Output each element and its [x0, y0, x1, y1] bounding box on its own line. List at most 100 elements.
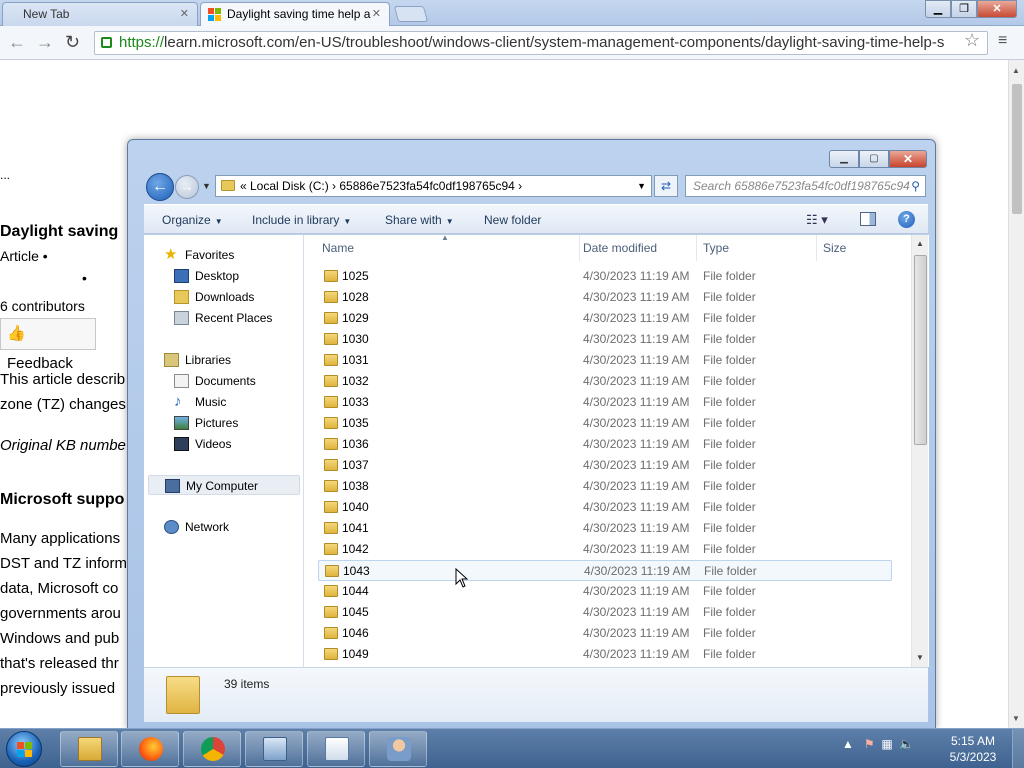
column-header-type[interactable]: Type	[703, 235, 817, 261]
file-date: 4/30/2023 11:19 AM	[583, 647, 690, 661]
scroll-up-icon[interactable]: ▲	[916, 239, 924, 248]
action-center-flag-icon[interactable]: ⚑	[864, 737, 875, 751]
nav-my-computer[interactable]: My Computer	[148, 475, 300, 495]
column-header-size[interactable]: Size	[823, 235, 903, 261]
table-row[interactable]: 1044 4/30/2023 11:19 AM File folder	[318, 581, 892, 602]
taskbar-calendar-button[interactable]	[307, 731, 365, 767]
network-status-icon[interactable]: ▦	[881, 737, 892, 751]
file-list-scrollbar[interactable]: ▲ ▼	[911, 235, 928, 667]
reload-icon[interactable]: ↻	[65, 32, 80, 53]
organize-button[interactable]: Organize ▼	[162, 213, 223, 227]
volume-icon[interactable]: 🔈	[899, 737, 914, 751]
taskbar-users-button[interactable]	[369, 731, 427, 767]
column-header-date-modified[interactable]: Date modified	[583, 235, 697, 261]
browser-restore-button[interactable]: ❐	[951, 0, 977, 18]
new-tab-button[interactable]	[393, 6, 429, 22]
explorer-minimize-button[interactable]: ▁	[829, 150, 859, 168]
body-line: previously issued	[0, 680, 116, 697]
bookmark-star-icon[interactable]: ☆	[964, 30, 980, 51]
table-row[interactable]: 1043 4/30/2023 11:19 AM File folder	[318, 560, 892, 581]
taskbar-control-panel-button[interactable]	[245, 731, 303, 767]
taskbar-explorer-button[interactable]	[60, 731, 118, 767]
nav-network[interactable]: Network	[148, 517, 300, 537]
browser-close-button[interactable]: ✕	[977, 0, 1017, 18]
new-folder-button[interactable]: New folder	[484, 213, 541, 227]
search-icon[interactable]: ⚲	[911, 176, 920, 196]
ellipsis-menu[interactable]: ...	[0, 168, 10, 182]
search-input[interactable]: Search 65886e7523fa54fc0df198765c94 ⚲	[685, 175, 926, 197]
tab-close-icon[interactable]: ✕	[372, 7, 381, 20]
table-row[interactable]: 1040 4/30/2023 11:19 AM File folder	[318, 497, 892, 518]
scroll-down-icon[interactable]: ▼	[1012, 714, 1020, 723]
table-row[interactable]: 1041 4/30/2023 11:19 AM File folder	[318, 518, 892, 539]
tab-daylight-saving[interactable]: Daylight saving time help a ✕	[200, 2, 390, 26]
back-arrow-icon[interactable]: ←	[8, 32, 26, 53]
nav-favorites[interactable]: ★ Favorites	[148, 245, 300, 265]
help-icon[interactable]: ?	[898, 211, 915, 228]
page-scrollbar[interactable]: ▲ ▼	[1008, 60, 1024, 728]
refresh-button[interactable]: ⇄	[654, 175, 678, 197]
forward-arrow-icon[interactable]: →	[36, 32, 54, 53]
address-bar[interactable]: https://learn.microsoft.com/en-US/troubl…	[94, 31, 988, 55]
windows-start-orb-icon[interactable]	[6, 731, 42, 767]
column-header-name[interactable]: Name	[322, 235, 580, 261]
mouse-cursor-icon	[455, 568, 469, 588]
table-row[interactable]: 1042 4/30/2023 11:19 AM File folder	[318, 539, 892, 560]
table-row[interactable]: 1038 4/30/2023 11:19 AM File folder	[318, 476, 892, 497]
taskbar-chrome-button[interactable]	[183, 731, 241, 767]
explorer-maximize-button[interactable]: ▢	[859, 150, 889, 168]
nav-documents[interactable]: Documents	[174, 371, 300, 391]
system-clock[interactable]: 5:15 AM 5/3/2023	[938, 733, 1008, 765]
show-desktop-button[interactable]	[1012, 729, 1024, 768]
table-row[interactable]: 1033 4/30/2023 11:19 AM File folder	[318, 392, 892, 413]
file-name: 1035	[342, 416, 369, 430]
table-row[interactable]: 1032 4/30/2023 11:19 AM File folder	[318, 371, 892, 392]
feedback-button[interactable]: 👍 Feedback	[0, 318, 96, 372]
view-options-icon[interactable]: ☷ ▾	[806, 212, 828, 228]
table-row[interactable]: 1028 4/30/2023 11:19 AM File folder	[318, 287, 892, 308]
scroll-up-icon[interactable]: ▲	[1012, 66, 1020, 75]
table-row[interactable]: 1029 4/30/2023 11:19 AM File folder	[318, 308, 892, 329]
explorer-back-button[interactable]: ←	[146, 173, 174, 201]
history-dropdown-icon[interactable]: ▼	[202, 181, 211, 191]
browser-minimize-button[interactable]: ▁	[925, 0, 951, 18]
table-row[interactable]: 1037 4/30/2023 11:19 AM File folder	[318, 455, 892, 476]
page-scroll-thumb[interactable]	[1012, 84, 1022, 214]
tab-close-icon[interactable]: ✕	[180, 7, 189, 20]
nav-desktop[interactable]: Desktop	[174, 266, 300, 286]
table-row[interactable]: 1046 4/30/2023 11:19 AM File folder	[318, 623, 892, 644]
include-in-library-button[interactable]: Include in library ▼	[252, 213, 351, 227]
explorer-close-button[interactable]: ✕	[889, 150, 927, 168]
nav-recent-places[interactable]: Recent Places	[174, 308, 300, 328]
contributors-link[interactable]: 6 contributors	[0, 298, 85, 314]
table-row[interactable]: 1049 4/30/2023 11:19 AM File folder	[318, 644, 892, 665]
show-hidden-icons-icon[interactable]: ▲	[842, 737, 854, 751]
preview-pane-icon[interactable]	[860, 212, 876, 226]
taskbar-firefox-button[interactable]	[121, 731, 179, 767]
explorer-forward-button[interactable]: →	[175, 175, 199, 199]
browser-menu-icon[interactable]: ≡	[998, 32, 1007, 50]
body-line: This article describ	[0, 371, 126, 388]
file-list-scroll-thumb[interactable]	[914, 255, 927, 445]
file-date: 4/30/2023 11:19 AM	[584, 564, 691, 578]
scroll-down-icon[interactable]: ▼	[916, 653, 924, 662]
table-row[interactable]: 1036 4/30/2023 11:19 AM File folder	[318, 434, 892, 455]
folder-icon	[324, 606, 338, 618]
table-row[interactable]: 1035 4/30/2023 11:19 AM File folder	[318, 413, 892, 434]
share-with-button[interactable]: Share with ▼	[385, 213, 454, 227]
table-row[interactable]: 1025 4/30/2023 11:19 AM File folder	[318, 266, 892, 287]
table-row[interactable]: 1031 4/30/2023 11:19 AM File folder	[318, 350, 892, 371]
search-placeholder: Search 65886e7523fa54fc0df198765c94	[693, 179, 910, 193]
folder-icon	[325, 565, 339, 577]
nav-pictures[interactable]: Pictures	[174, 413, 300, 433]
body-line: zone (TZ) changes.	[0, 396, 131, 413]
nav-music[interactable]: ♪ Music	[174, 392, 300, 412]
nav-videos[interactable]: Videos	[174, 434, 300, 454]
nav-libraries[interactable]: Libraries	[148, 350, 300, 370]
table-row[interactable]: 1030 4/30/2023 11:19 AM File folder	[318, 329, 892, 350]
breadcrumb[interactable]: « Local Disk (C:) › 65886e7523fa54fc0df1…	[215, 175, 652, 197]
breadcrumb-dropdown-icon[interactable]: ▼	[637, 176, 646, 196]
table-row[interactable]: 1045 4/30/2023 11:19 AM File folder	[318, 602, 892, 623]
nav-downloads[interactable]: Downloads	[174, 287, 300, 307]
tab-new-tab[interactable]: New Tab ✕	[2, 2, 198, 26]
